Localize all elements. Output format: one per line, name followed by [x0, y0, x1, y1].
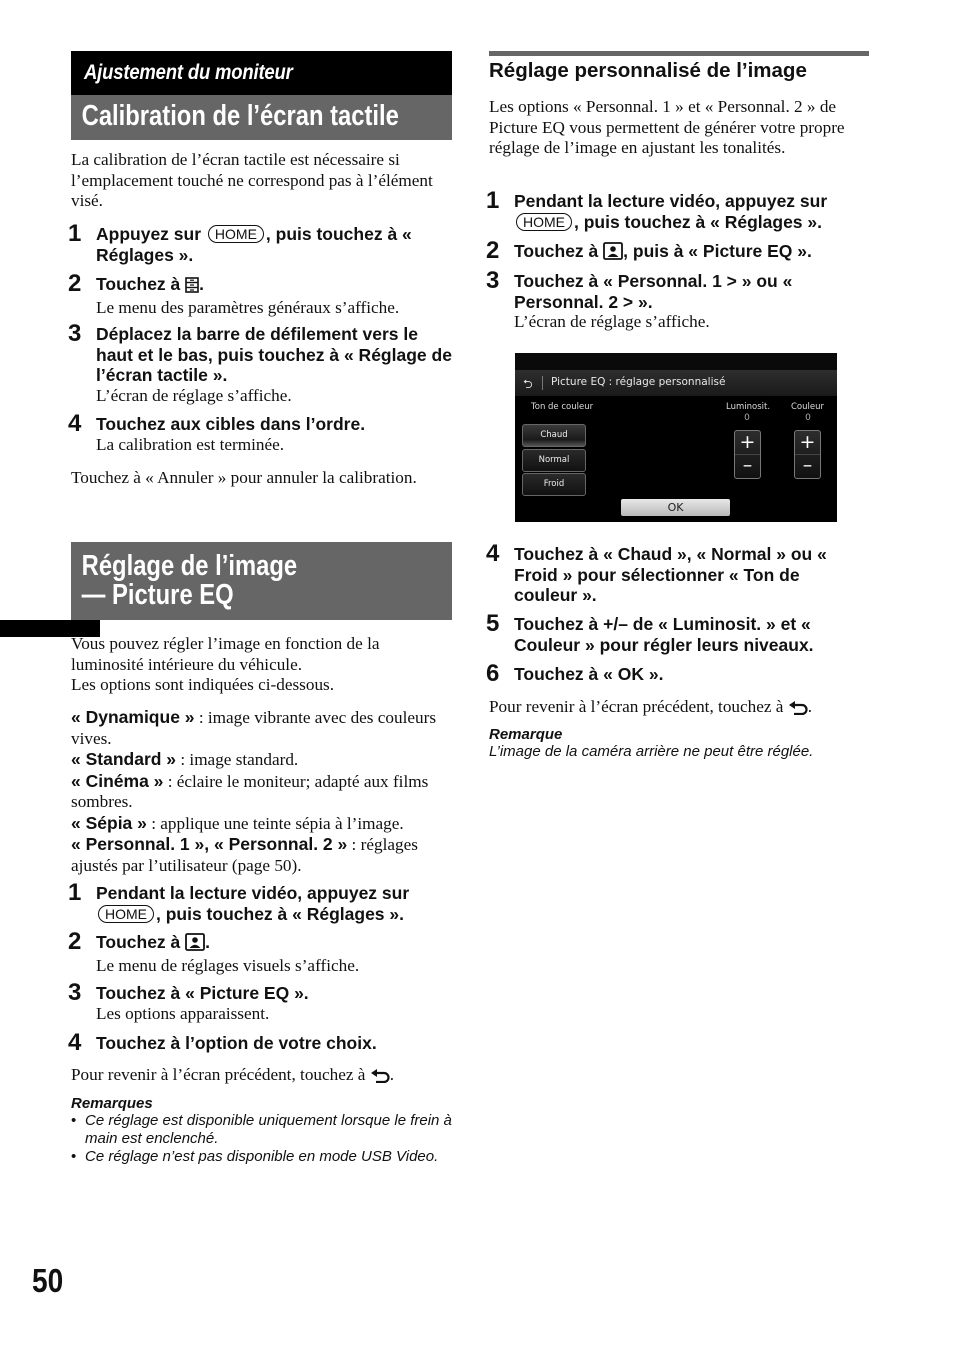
back-instruction: Pour revenir à l’écran précédent, touche…: [71, 1065, 452, 1089]
notes: Remarques Ce réglage est disponible uniq…: [71, 1095, 452, 1166]
brightness-plus-button[interactable]: +: [735, 431, 760, 455]
calibration-step-4: 4 Touchez aux cibles dans l’ordre. La ca…: [68, 410, 366, 454]
option-personnal: « Personnal. 1 », « Personnal. 2 » : rég…: [71, 834, 418, 875]
picture-eq-step-1: 1 Pendant la lecture vidéo, appuyez sur …: [68, 879, 410, 924]
back-arrow-icon: [788, 700, 808, 721]
ok-button[interactable]: OK: [621, 499, 730, 516]
picture-eq-step-3: 3 Touchez à « Picture EQ ». Les options …: [68, 979, 309, 1023]
brightness-value: 0: [744, 413, 750, 423]
note: Remarque L’image de la caméra arrière ne…: [489, 726, 814, 760]
picture-settings-icon: [185, 933, 206, 956]
picture-eq-step-4: 4 Touchez à l’option de votre choix.: [68, 1029, 377, 1056]
calibration-step-3: 3 Déplacez la barre de défilement vers l…: [68, 320, 452, 405]
page-thumb-tab: [0, 620, 100, 637]
color-plus-button[interactable]: +: [795, 431, 820, 455]
custom-picture-intro: Les options « Personnal. 1 » et « Person…: [489, 97, 845, 157]
calibration-step-2: 2 Touchez à . Le menu des paramètres gén…: [68, 270, 400, 317]
brightness-stepper: + –: [734, 430, 761, 479]
custom-step-6: 6 Touchez à « OK ».: [486, 660, 664, 687]
option-cinema: « Cinéma » : éclaire le moniteur; adapté…: [71, 770, 429, 812]
calibration-intro: La calibration de l’écran tactile est né…: [71, 150, 433, 210]
option-standard: « Standard » : image standard.: [71, 749, 299, 769]
picture-settings-icon: [603, 242, 624, 265]
color-value: 0: [805, 413, 811, 423]
picture-eq-screen: ⮌ Picture EQ : réglage personnalisé Ton …: [515, 353, 837, 522]
calibration-step-1: 1 Appuyez sur HOME, puis touchez à « Rég…: [68, 220, 412, 265]
picture-eq-options: « Dynamique » : image vibrante avec des …: [71, 707, 452, 876]
custom-step-4: 4 Touchez à « Chaud », « Normal » ou « F…: [486, 540, 827, 605]
tone-chaud-button[interactable]: Chaud: [522, 424, 586, 447]
settings-general-icon: [185, 277, 199, 298]
custom-step-5: 5 Touchez à +/– de « Luminosit. » et « C…: [486, 610, 814, 655]
option-dynamique: « Dynamique » : image vibrante avec des …: [71, 707, 437, 748]
color-label: Couleur: [791, 402, 824, 412]
picture-eq-heading: Réglage de l’image — Picture EQ: [71, 542, 452, 620]
option-sepia: « Sépia » : applique une teinte sépia à …: [71, 812, 404, 833]
tone-label: Ton de couleur: [531, 402, 594, 412]
home-key-icon: HOME: [516, 212, 572, 231]
screen-title-bar: ⮌ Picture EQ : réglage personnalisé: [515, 370, 837, 396]
custom-step-3: 3 Touchez à « Personnal. 1 > » ou « Pers…: [486, 267, 793, 331]
custom-step-1: 1 Pendant la lecture vidéo, appuyez sur …: [486, 187, 828, 232]
brightness-minus-button[interactable]: –: [735, 454, 760, 477]
note-item: Ce réglage est disponible uniquement lor…: [71, 1112, 452, 1148]
custom-step-2: 2 Touchez à , puis à « Picture EQ ».: [486, 237, 812, 265]
color-minus-button[interactable]: –: [795, 454, 820, 477]
section-banner: Ajustement du moniteur: [71, 51, 452, 95]
calibration-footer: Touchez à « Annuler » pour annuler la ca…: [71, 468, 417, 487]
picture-eq-step-2: 2 Touchez à . Le menu de réglages visuel…: [68, 928, 360, 975]
color-stepper: + –: [794, 430, 821, 479]
home-key-icon: HOME: [207, 225, 264, 243]
calibration-heading: Calibration de l’écran tactile: [71, 95, 452, 140]
tone-froid-button[interactable]: Froid: [522, 473, 586, 496]
custom-picture-heading: Réglage personnalisé de l’image: [489, 59, 807, 82]
picture-eq-intro: Vous pouvez régler l’image en fonction d…: [71, 634, 380, 694]
home-key-icon: HOME: [98, 904, 154, 923]
tone-normal-button[interactable]: Normal: [522, 449, 586, 472]
page-number: 50: [32, 1262, 64, 1299]
heading-rule: [489, 51, 869, 56]
back-arrow-icon: [370, 1068, 390, 1089]
back-instruction: Pour revenir à l’écran précédent, touche…: [489, 697, 870, 721]
brightness-label: Luminosit.: [726, 402, 771, 412]
note-item: Ce réglage n’est pas disponible en mode …: [71, 1148, 452, 1166]
back-arrow-icon[interactable]: ⮌: [523, 375, 533, 396]
